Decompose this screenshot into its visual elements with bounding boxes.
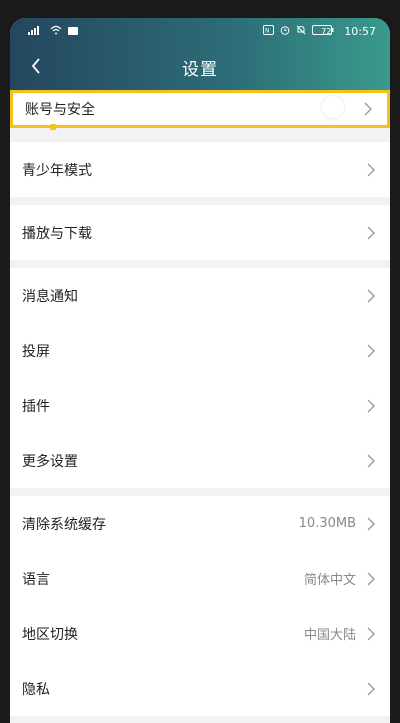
phone-screen: N 72 10:57 设置 账号与安全 青少年模式 播放与下载 消息通知 投屏 … [10, 18, 390, 723]
settings-group-teen: 青少年模式 [10, 142, 390, 197]
settings-item-right [366, 454, 376, 468]
settings-group-general: 消息通知 投屏 插件 更多设置 [10, 268, 390, 488]
settings-group-account: 账号与安全 [10, 90, 390, 130]
mute-icon [296, 25, 306, 38]
settings-item-label: 隐私 [22, 681, 50, 698]
settings-item-privacy[interactable]: 隐私 [10, 661, 390, 716]
touch-indicator [322, 96, 344, 118]
notification-icon [68, 25, 78, 38]
chevron-right-icon [367, 344, 375, 357]
settings-item-value: 中国大陆 [303, 628, 356, 643]
settings-item-plugins[interactable]: 插件 [10, 378, 390, 433]
settings-item-label: 清除系统缓存 [22, 516, 106, 533]
settings-item-right [363, 102, 373, 116]
status-bar: N 72 10:57 [10, 18, 390, 44]
settings-group-system: 清除系统缓存 10.30MB 语言 简体中文 地区切换 中国大陆 隐私 [10, 496, 390, 716]
signal-icon [28, 25, 44, 38]
settings-item-value: 简体中文 [303, 573, 356, 588]
settings-item-teen-mode[interactable]: 青少年模式 [10, 142, 390, 197]
chevron-right-icon [367, 682, 375, 695]
settings-item-label: 更多设置 [22, 453, 78, 470]
chevron-right-icon [367, 517, 375, 530]
svg-text:N: N [265, 27, 270, 34]
settings-item-label: 语言 [22, 571, 50, 588]
chevron-right-icon [367, 572, 375, 585]
settings-item-right [366, 399, 376, 413]
navbar: 设置 [10, 44, 390, 90]
settings-item-right: 简体中文 [304, 569, 376, 588]
chevron-right-icon [364, 102, 372, 116]
settings-item-label: 插件 [22, 398, 50, 415]
settings-group-playback: 播放与下载 [10, 205, 390, 260]
settings-item-more-settings[interactable]: 更多设置 [10, 433, 390, 488]
settings-item-right [366, 344, 376, 358]
settings-item-cast[interactable]: 投屏 [10, 323, 390, 378]
chevron-right-icon [367, 226, 375, 239]
settings-item-label: 账号与安全 [25, 102, 95, 118]
settings-item-notifications[interactable]: 消息通知 [10, 268, 390, 323]
settings-item-language[interactable]: 语言 简体中文 [10, 551, 390, 606]
settings-item-label: 投屏 [22, 343, 50, 360]
chevron-left-icon [31, 58, 40, 74]
status-left [28, 25, 78, 38]
settings-item-label: 地区切换 [22, 626, 78, 643]
chevron-right-icon [367, 289, 375, 302]
chevron-right-icon [367, 627, 375, 640]
chevron-right-icon [367, 399, 375, 412]
chevron-right-icon [367, 163, 375, 176]
clock: 10:57 [344, 24, 376, 38]
settings-item-region[interactable]: 地区切换 中国大陆 [10, 606, 390, 661]
settings-item-right [366, 163, 376, 177]
settings-item-playback-download[interactable]: 播放与下载 [10, 205, 390, 260]
battery-level: 72 [321, 26, 332, 36]
settings-item-right: 10.30MB [299, 516, 376, 531]
settings-item-value: 10.30MB [298, 516, 356, 531]
back-button[interactable] [22, 52, 50, 80]
chevron-right-icon [367, 454, 375, 467]
status-right: N 72 10:57 [263, 24, 376, 38]
settings-list: 账号与安全 青少年模式 播放与下载 消息通知 投屏 插件 更多设置 清除系统缓存… [10, 90, 390, 716]
wifi-icon [50, 25, 62, 38]
settings-item-label: 青少年模式 [22, 162, 92, 179]
nfc-icon: N [263, 24, 275, 38]
settings-item-clear-cache[interactable]: 清除系统缓存 10.30MB [10, 496, 390, 551]
settings-item-right: 中国大陆 [304, 624, 376, 643]
settings-item-label: 播放与下载 [22, 225, 92, 242]
settings-item-label: 消息通知 [22, 288, 78, 305]
alarm-icon [280, 25, 290, 38]
settings-item-right [366, 289, 376, 303]
settings-item-right [366, 226, 376, 240]
focus-marker [50, 124, 56, 130]
settings-item-right [366, 682, 376, 696]
header: N 72 10:57 设置 [10, 18, 390, 90]
page-title: 设置 [182, 59, 218, 80]
